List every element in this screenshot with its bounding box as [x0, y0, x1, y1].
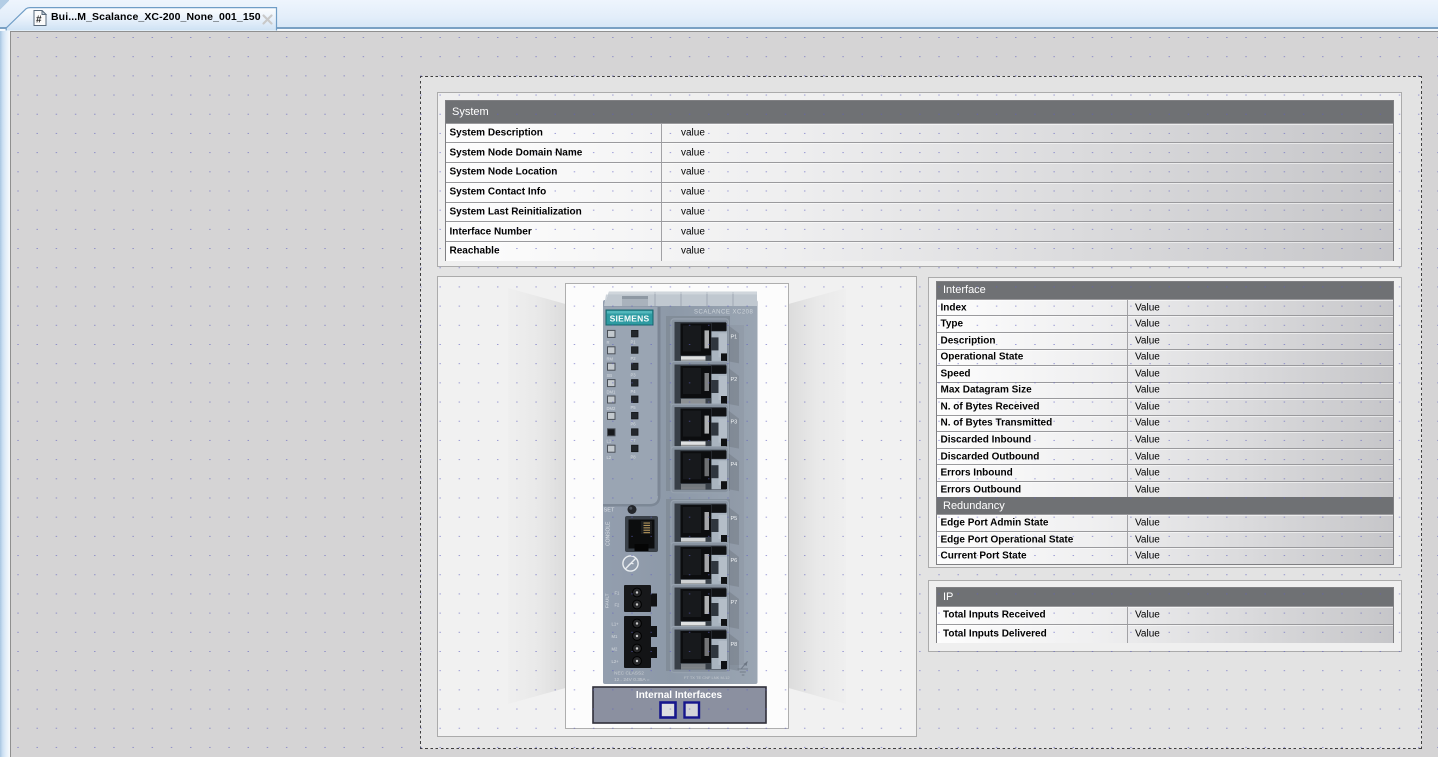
svg-text:F1: F1 [615, 591, 621, 596]
svg-text:L2+: L2+ [612, 659, 620, 664]
svg-text:P3: P3 [731, 420, 738, 426]
svg-text:P4: P4 [631, 389, 637, 394]
svg-text:CONSOLE: CONSOLE [606, 521, 612, 546]
svg-text:P3: P3 [631, 372, 637, 377]
svg-text:P6: P6 [631, 422, 637, 427]
svg-text:F2: F2 [615, 603, 621, 608]
svg-text:P5: P5 [731, 516, 738, 522]
svg-text:P1: P1 [631, 340, 637, 345]
svg-text:P7: P7 [631, 438, 637, 443]
svg-text:DM2: DM2 [607, 406, 617, 411]
svg-text:P7: P7 [731, 600, 738, 606]
svg-text:12.. 24V 0.35A =: 12.. 24V 0.35A = [614, 677, 650, 683]
svg-text:SET: SET [604, 508, 615, 514]
svg-text:SIEMENS: SIEMENS [610, 314, 650, 324]
svg-text:SB: SB [607, 373, 613, 378]
svg-text:L1+: L1+ [612, 622, 620, 627]
svg-text:P8: P8 [731, 642, 738, 648]
svg-text:M1: M1 [612, 634, 618, 639]
svg-text:RM: RM [607, 357, 614, 362]
svg-text:NEC CLASS2: NEC CLASS2 [614, 671, 644, 677]
svg-text:L2: L2 [607, 455, 612, 460]
svg-text:FT TX TE CNF LNK M-12: FT TX TE CNF LNK M-12 [684, 675, 730, 680]
svg-text:P8: P8 [631, 454, 637, 459]
svg-text:Internal Interfaces: Internal Interfaces [636, 690, 723, 701]
svg-text:P4: P4 [731, 462, 738, 468]
svg-text:P2: P2 [731, 377, 738, 383]
svg-text:DM1: DM1 [607, 389, 617, 394]
svg-text:M2: M2 [612, 647, 618, 652]
svg-text:#: # [36, 15, 42, 26]
svg-text:P2: P2 [631, 356, 637, 361]
svg-text:P5: P5 [631, 405, 637, 410]
svg-text:P1: P1 [731, 334, 738, 340]
svg-text:SCALANCE XC208: SCALANCE XC208 [694, 310, 754, 316]
svg-text:P6: P6 [731, 558, 738, 564]
svg-text:L1: L1 [607, 439, 612, 444]
svg-text:R: R [607, 340, 610, 345]
svg-text:FAULT: FAULT [605, 593, 611, 608]
